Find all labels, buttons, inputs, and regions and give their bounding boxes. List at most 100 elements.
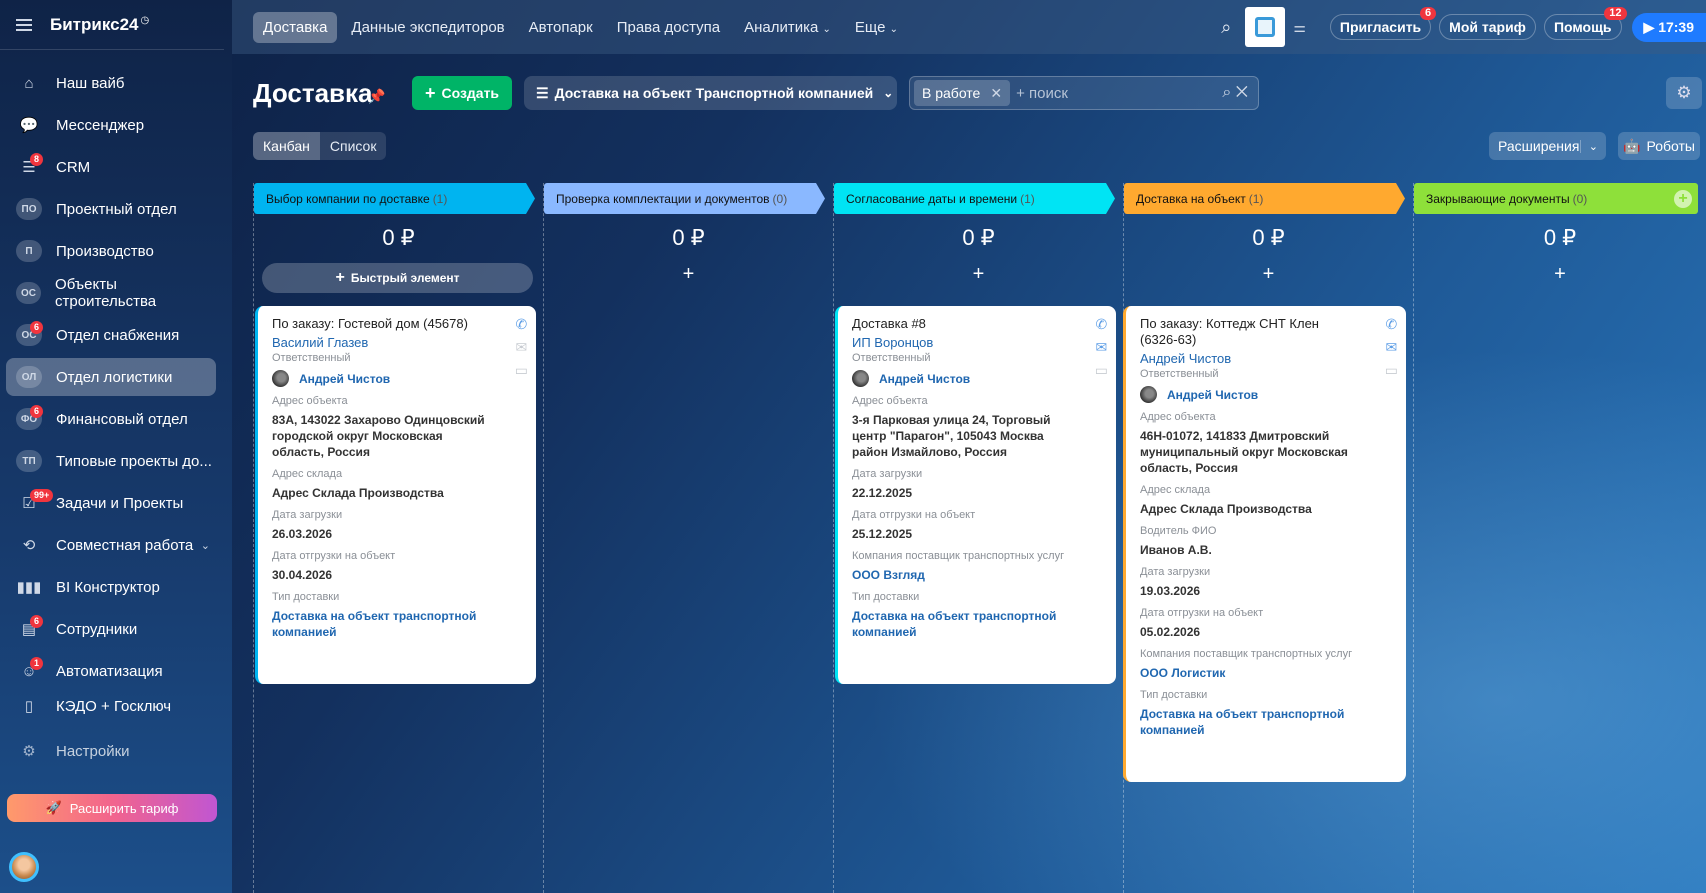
sidebar-item[interactable]: П Производство [6,232,216,270]
add-item-button[interactable]: + [834,263,1123,291]
tab-forwarders[interactable]: Данные экспедиторов [341,12,514,43]
column-count: (1) [1020,191,1035,206]
card-client-link[interactable]: Андрей Чистов [1140,351,1358,366]
field-value: 26.03.2026 [272,527,333,541]
column-header[interactable]: Согласование даты и времени (1) [834,183,1115,214]
card-title[interactable]: Доставка #8 [852,316,1068,332]
phone-icon[interactable]: ✆ [1096,316,1108,332]
chevron-down-icon[interactable]: ⌄ [201,539,210,552]
field-label: Дата загрузки [272,509,343,521]
responsible-name[interactable]: Андрей Чистов [879,371,970,387]
responsible-avatar[interactable] [1140,386,1157,403]
card-client-link[interactable]: ИП Воронцов [852,335,1068,350]
filter-chip[interactable]: В работе ✕ [914,80,1011,106]
sidebar-item[interactable]: ☺ Автоматизация 1 [6,652,216,690]
mail-icon[interactable]: ✉ [516,339,528,355]
sidebar-item[interactable]: ОС Объекты строительства [6,274,216,312]
user-avatar[interactable] [9,852,39,882]
search-icon[interactable]: ⌕ [1221,17,1231,38]
my-tariff-button[interactable]: Мой тариф [1439,14,1536,40]
field-value[interactable]: Доставка на объект транспортной компание… [852,608,1068,640]
comment-icon[interactable]: ▭ [515,362,528,378]
sidebar-item[interactable]: ☑ Задачи и Проекты 99+ [6,484,216,522]
sidebar-item[interactable]: ⌂ Наш вайб [6,64,216,102]
field-value[interactable]: Доставка на объект транспортной компание… [1140,706,1358,738]
upgrade-tariff-button[interactable]: 🚀 Расширить тариф [7,794,217,822]
chevron-down-icon[interactable]: ⌄ [1579,139,1606,153]
phone-icon[interactable]: ✆ [1386,316,1398,332]
field-label: Ответственный [272,352,351,364]
add-stage-icon[interactable]: + [1674,189,1692,208]
collab-icon: ⟲ [22,537,36,554]
sidebar-item[interactable]: ОС Отдел снабжения 6 [6,316,216,354]
menu-icon[interactable] [16,18,32,31]
add-item-button[interactable]: + [1124,263,1413,291]
search-input[interactable] [1016,84,1197,102]
mail-icon[interactable]: ✉ [1096,339,1108,355]
filter-search: В работе ✕ ⌕ ✕ [909,76,1259,110]
notification-badge: 8 [30,153,44,166]
responsible-name[interactable]: Андрей Чистов [1167,387,1258,403]
sidebar-item[interactable]: ⚙ Настройки [6,732,216,770]
column-header[interactable]: Выбор компании по доставке (1) [254,183,535,214]
help-button[interactable]: Помощь 12 [1543,7,1627,40]
field-value[interactable]: Доставка на объект транспортной компание… [272,608,488,640]
view-kanban[interactable]: Канбан [253,132,320,160]
search-icon[interactable]: ⌕ ✕ [1222,84,1248,102]
sidebar-item[interactable]: 💬 Мессенджер [6,106,216,144]
column-header[interactable]: Закрывающие документы (0) + [1414,183,1698,214]
view-list[interactable]: Список [319,132,387,160]
tab-analytics[interactable]: Аналитика ⌄ [734,12,841,43]
add-item-button[interactable]: + [544,263,833,291]
responsible-name[interactable]: Андрей Чистов [299,371,390,387]
sidebar-item[interactable]: ⟲ Совместная работа ⌄ [6,526,216,564]
tab-fleet[interactable]: Автопарк [519,12,603,43]
responsible-avatar[interactable] [272,370,289,387]
worktime-button[interactable]: ▶ 17:39 [1631,12,1706,42]
quick-add-button[interactable]: + Быстрый элемент [262,263,533,293]
responsible-avatar[interactable] [852,370,869,387]
company-logo[interactable] [1245,7,1286,47]
invite-label: Пригласить [1339,19,1422,35]
sidebar-item[interactable]: ▮▮▮ BI Конструктор [6,568,216,606]
tab-delivery[interactable]: Доставка [253,11,338,43]
sidebar-item[interactable]: ОЛ Отдел логистики [6,358,216,396]
gear-icon[interactable]: ⚙ [1666,77,1702,109]
sidebar-item[interactable]: ТП Типовые проекты до... [6,442,216,480]
sidebar-item[interactable]: ФО Финансовый отдел 6 [6,400,216,438]
pin-icon[interactable]: 📌 [368,88,385,105]
sidebar-item[interactable]: ▤ Сотрудники 6 [6,610,216,648]
pipeline-selector[interactable]: ☰ Доставка на объект Транспортной компани… [524,76,897,110]
deal-card[interactable]: По заказу: Гостевой дом (45678) Василий Г… [255,306,536,684]
gear-icon: ⚙ [22,743,36,760]
sidebar-item[interactable]: ☰ CRM 8 [6,148,216,186]
sidebar-item[interactable]: ПО Проектный отдел [6,190,216,228]
column-header[interactable]: Проверка комплектации и документов (0) [544,183,825,214]
responsible: Андрей Чистов [852,370,1068,387]
column-title: Согласование даты и времени [846,191,1018,206]
card-title[interactable]: По заказу: Гостевой дом (45678) [272,316,488,332]
time-label: 17:39 [1658,18,1694,35]
tab-more[interactable]: Еще ⌄ [845,12,908,43]
sidebar-item[interactable]: ▯ КЭДО + Госключ [6,694,216,718]
add-item-button[interactable]: + [1414,263,1706,291]
deal-card[interactable]: По заказу: Коттедж СНТ Клен (6326-63) Анд… [1123,306,1406,782]
column-header[interactable]: Доставка на объект (1) [1124,183,1405,214]
create-button[interactable]: + Создать [412,76,512,110]
field-value[interactable]: ООО Взгляд [852,567,1068,583]
field-value[interactable]: ООО Логистик [1140,665,1358,681]
comment-icon[interactable]: ▭ [1385,362,1398,378]
logo[interactable]: Битрикс24 [50,15,138,35]
card-client-link[interactable]: Василий Глазев [272,335,488,350]
settings-sliders-icon[interactable]: ⚌ [1293,19,1306,36]
close-icon[interactable]: ✕ [990,85,1002,102]
mail-icon[interactable]: ✉ [1386,339,1398,355]
tab-access[interactable]: Права доступа [607,12,730,43]
phone-icon[interactable]: ✆ [516,316,528,332]
robots-button[interactable]: 🤖 Роботы [1618,132,1700,160]
comment-icon[interactable]: ▭ [1095,362,1108,378]
extensions-button[interactable]: Расширения ⌄ [1489,132,1606,160]
card-title[interactable]: По заказу: Коттедж СНТ Клен (6326-63) [1140,316,1358,348]
deal-card[interactable]: Доставка #8 ИП Воронцов Ответственный Андре… [835,306,1116,684]
invite-button[interactable]: Пригласить 6 [1329,7,1437,40]
